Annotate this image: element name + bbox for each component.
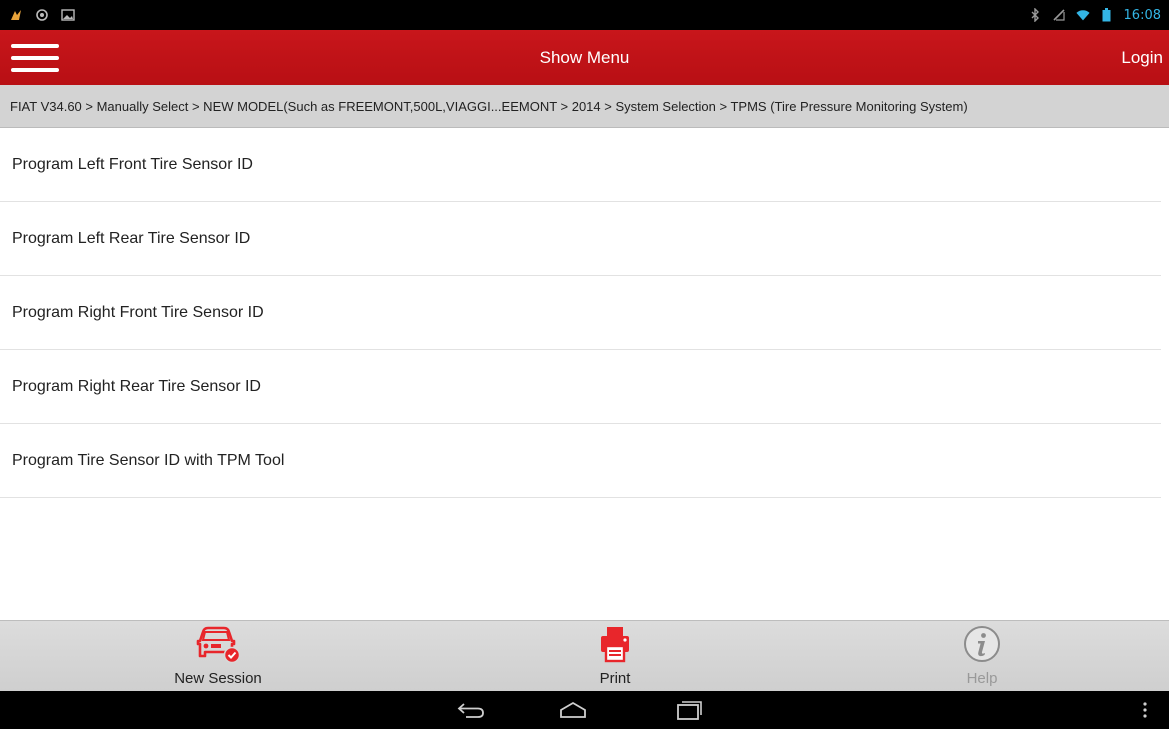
- page-title: Show Menu: [539, 47, 630, 67]
- info-icon: [963, 625, 1001, 668]
- signal-off-icon: [1052, 8, 1066, 22]
- new-session-button[interactable]: New Session: [118, 621, 318, 692]
- wifi-icon: [1075, 8, 1090, 22]
- status-right-icons: 16:08: [1028, 8, 1161, 23]
- status-bar: 16:08: [0, 0, 1169, 30]
- new-session-car-icon: [194, 624, 242, 669]
- app-header: Show Menu Login: [0, 30, 1169, 85]
- system-navigation-bar: [0, 691, 1169, 729]
- status-time: 16:08: [1123, 7, 1161, 23]
- battery-icon: [1100, 8, 1114, 22]
- home-icon[interactable]: [550, 695, 596, 725]
- help-button[interactable]: Help: [882, 621, 1082, 692]
- back-icon[interactable]: [448, 695, 494, 725]
- print-button[interactable]: Print: [515, 621, 715, 692]
- help-label: Help: [966, 670, 998, 687]
- menu-item-program-right-rear[interactable]: Program Right Rear Tire Sensor ID: [0, 350, 1161, 424]
- printer-icon: [599, 625, 631, 668]
- notification-app-icon: [8, 8, 24, 22]
- bottom-toolbar: New Session Print Help: [0, 620, 1169, 691]
- location-icon: [34, 8, 50, 22]
- overflow-menu-icon[interactable]: [1130, 695, 1160, 725]
- menu-item-program-left-front[interactable]: Program Left Front Tire Sensor ID: [0, 128, 1161, 202]
- login-button[interactable]: Login: [1121, 30, 1163, 85]
- status-left-icons: [8, 8, 76, 22]
- menu-item-program-right-front[interactable]: Program Right Front Tire Sensor ID: [0, 276, 1161, 350]
- bluetooth-icon: [1028, 8, 1042, 22]
- breadcrumb: FIAT V34.60 > Manually Select > NEW MODE…: [0, 85, 1169, 128]
- function-menu-list: Program Left Front Tire Sensor ID Progra…: [0, 128, 1169, 498]
- menu-item-program-with-tpm-tool[interactable]: Program Tire Sensor ID with TPM Tool: [0, 424, 1161, 498]
- recent-apps-icon[interactable]: [666, 695, 712, 725]
- new-session-label: New Session: [174, 670, 262, 687]
- app-screen: 16:08 Show Menu Login FIAT V34.60 > Manu…: [0, 0, 1169, 729]
- print-label: Print: [599, 670, 631, 687]
- menu-item-program-left-rear[interactable]: Program Left Rear Tire Sensor ID: [0, 202, 1161, 276]
- hamburger-menu-icon[interactable]: [8, 40, 62, 76]
- image-icon: [60, 8, 76, 22]
